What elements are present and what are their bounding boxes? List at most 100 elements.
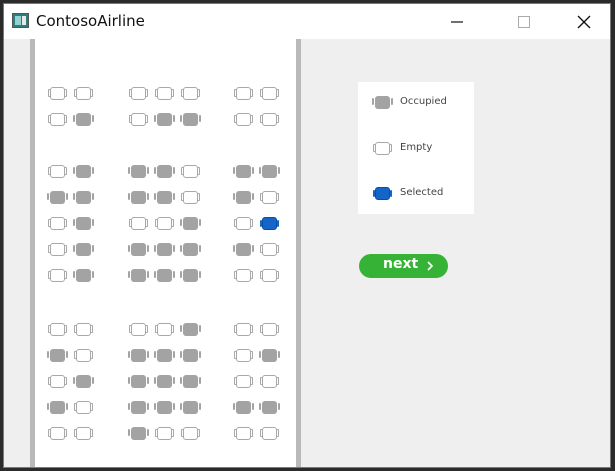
occupied-seat[interactable]	[259, 401, 280, 414]
title-bar[interactable]: ContosoAirline	[4, 4, 610, 39]
next-button[interactable]: next	[359, 254, 448, 278]
maximize-button[interactable]	[501, 4, 547, 39]
empty-seat[interactable]	[234, 87, 253, 100]
chevron-right-icon	[427, 261, 434, 271]
empty-seat[interactable]	[48, 113, 67, 126]
empty-seat[interactable]	[260, 375, 279, 388]
empty-seat[interactable]	[260, 243, 279, 256]
occupied-seat[interactable]	[180, 349, 201, 362]
occupied-seat[interactable]	[73, 269, 94, 282]
occupied-seat[interactable]	[180, 323, 201, 336]
occupied-seat[interactable]	[128, 269, 149, 282]
occupied-seat[interactable]	[73, 113, 94, 126]
occupied-seat[interactable]	[73, 191, 94, 204]
empty-seat[interactable]	[234, 349, 253, 362]
legend-label: Empty	[400, 142, 433, 153]
occupied-seat[interactable]	[128, 427, 149, 440]
occupied-seat[interactable]	[73, 217, 94, 230]
empty-seat[interactable]	[181, 427, 200, 440]
occupied-seat[interactable]	[154, 401, 175, 414]
empty-seat[interactable]	[155, 323, 174, 336]
occupied-seat[interactable]	[128, 165, 149, 178]
occupied-seat[interactable]	[233, 243, 254, 256]
close-button[interactable]	[561, 4, 607, 39]
empty-seat[interactable]	[260, 427, 279, 440]
empty-seat[interactable]	[74, 87, 93, 100]
empty-seat[interactable]	[260, 87, 279, 100]
occupied-seat[interactable]	[180, 243, 201, 256]
occupied-seat[interactable]	[180, 375, 201, 388]
occupied-seat[interactable]	[259, 165, 280, 178]
client-area: Occupied Empty Selected next	[4, 39, 610, 467]
selected-seat-icon	[373, 187, 392, 200]
empty-seat[interactable]	[181, 191, 200, 204]
empty-seat[interactable]	[74, 427, 93, 440]
empty-seat[interactable]	[234, 217, 253, 230]
empty-seat[interactable]	[155, 217, 174, 230]
empty-seat-icon	[373, 142, 392, 155]
occupied-seat[interactable]	[47, 349, 68, 362]
occupied-seat[interactable]	[154, 349, 175, 362]
occupied-seat[interactable]	[154, 113, 175, 126]
next-button-label: next	[383, 256, 419, 272]
empty-seat[interactable]	[181, 165, 200, 178]
occupied-seat[interactable]	[73, 375, 94, 388]
occupied-seat[interactable]	[180, 217, 201, 230]
empty-seat[interactable]	[48, 323, 67, 336]
empty-seat[interactable]	[48, 217, 67, 230]
occupied-seat[interactable]	[233, 165, 254, 178]
empty-seat[interactable]	[129, 323, 148, 336]
empty-seat[interactable]	[155, 87, 174, 100]
empty-seat[interactable]	[234, 269, 253, 282]
selected-seat[interactable]	[260, 217, 279, 230]
occupied-seat[interactable]	[154, 243, 175, 256]
minimize-icon	[451, 21, 463, 23]
legend-item-selected: Selected	[373, 186, 473, 202]
seat-map	[30, 39, 301, 467]
app-window: ContosoAirline Occupied Empty Selected n…	[3, 3, 611, 468]
empty-seat[interactable]	[234, 375, 253, 388]
occupied-seat[interactable]	[47, 191, 68, 204]
empty-seat[interactable]	[234, 427, 253, 440]
legend-label: Occupied	[400, 96, 447, 107]
empty-seat[interactable]	[260, 323, 279, 336]
empty-seat[interactable]	[234, 323, 253, 336]
occupied-seat[interactable]	[73, 165, 94, 178]
occupied-seat[interactable]	[128, 243, 149, 256]
empty-seat[interactable]	[48, 375, 67, 388]
occupied-seat[interactable]	[180, 401, 201, 414]
empty-seat[interactable]	[260, 113, 279, 126]
empty-seat[interactable]	[48, 165, 67, 178]
empty-seat[interactable]	[129, 217, 148, 230]
occupied-seat[interactable]	[128, 349, 149, 362]
empty-seat[interactable]	[48, 243, 67, 256]
occupied-seat[interactable]	[154, 269, 175, 282]
empty-seat[interactable]	[129, 113, 148, 126]
occupied-seat[interactable]	[233, 191, 254, 204]
occupied-seat[interactable]	[180, 113, 201, 126]
occupied-seat[interactable]	[154, 165, 175, 178]
empty-seat[interactable]	[74, 349, 93, 362]
empty-seat[interactable]	[260, 191, 279, 204]
occupied-seat[interactable]	[154, 375, 175, 388]
empty-seat[interactable]	[74, 401, 93, 414]
occupied-seat[interactable]	[259, 349, 280, 362]
occupied-seat[interactable]	[154, 191, 175, 204]
occupied-seat[interactable]	[233, 401, 254, 414]
occupied-seat[interactable]	[47, 401, 68, 414]
empty-seat[interactable]	[74, 323, 93, 336]
occupied-seat[interactable]	[128, 401, 149, 414]
empty-seat[interactable]	[129, 87, 148, 100]
empty-seat[interactable]	[48, 269, 67, 282]
occupied-seat[interactable]	[73, 243, 94, 256]
empty-seat[interactable]	[48, 427, 67, 440]
minimize-button[interactable]	[434, 4, 480, 39]
occupied-seat[interactable]	[128, 375, 149, 388]
empty-seat[interactable]	[260, 269, 279, 282]
occupied-seat[interactable]	[128, 191, 149, 204]
empty-seat[interactable]	[155, 427, 174, 440]
empty-seat[interactable]	[234, 113, 253, 126]
empty-seat[interactable]	[48, 87, 67, 100]
occupied-seat[interactable]	[180, 269, 201, 282]
empty-seat[interactable]	[181, 87, 200, 100]
